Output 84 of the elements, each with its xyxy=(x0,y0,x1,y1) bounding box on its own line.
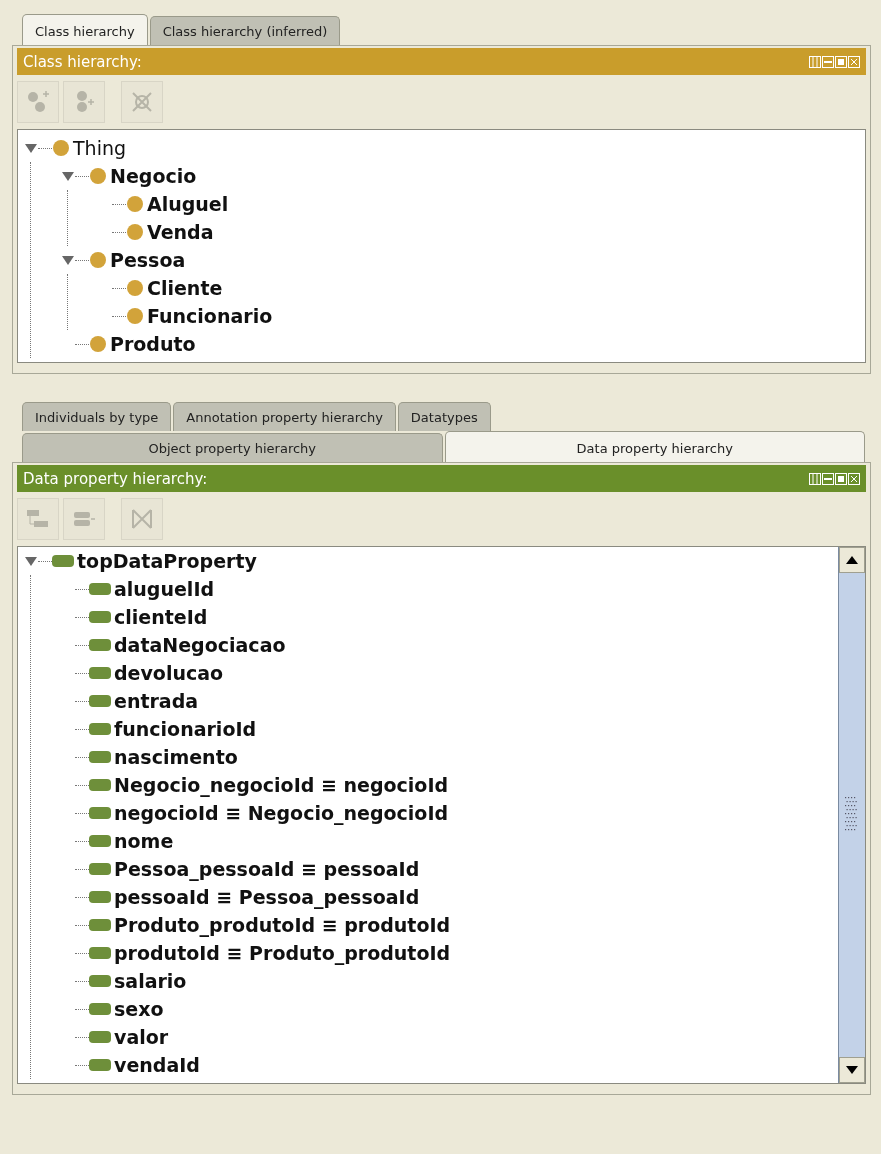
expanded-arrow-icon[interactable] xyxy=(24,554,38,568)
data-property-icon xyxy=(89,974,111,988)
prop-name[interactable]: funcionarioId xyxy=(114,718,257,740)
class-name[interactable]: Cliente xyxy=(147,277,223,299)
class-name[interactable]: Venda xyxy=(147,221,214,243)
minimize-icon[interactable] xyxy=(822,55,834,68)
delete-class-icon xyxy=(130,90,154,114)
scrollbar[interactable] xyxy=(838,547,865,1083)
data-property-icon xyxy=(89,918,111,932)
class-icon xyxy=(89,251,107,269)
prop-name[interactable]: nascimento xyxy=(114,746,238,768)
class-name[interactable]: Produto xyxy=(110,333,196,355)
delete-property-icon xyxy=(130,507,154,531)
data-property-icon xyxy=(89,582,111,596)
prop-name[interactable]: Produto_produtoId ≡ produtoId xyxy=(114,914,451,936)
prop-name[interactable]: topDataProperty xyxy=(77,550,257,572)
class-icon xyxy=(126,307,144,325)
add-subclass-icon xyxy=(26,90,50,114)
prop-name[interactable]: salario xyxy=(114,970,187,992)
split-icon[interactable] xyxy=(809,472,821,485)
scroll-grip-icon xyxy=(845,797,859,833)
close-icon[interactable] xyxy=(848,55,860,68)
expanded-arrow-icon[interactable] xyxy=(24,141,38,155)
tab[interactable]: Object property hierarchy xyxy=(22,433,443,462)
data-property-icon xyxy=(89,862,111,876)
close-icon[interactable] xyxy=(848,472,860,485)
data-property-icon xyxy=(89,722,111,736)
prop-name[interactable]: pessoaId ≡ Pessoa_pessoaId xyxy=(114,886,420,908)
class-icon xyxy=(89,335,107,353)
scroll-up-button[interactable] xyxy=(839,547,865,573)
prop-name[interactable]: nome xyxy=(114,830,174,852)
split-icon[interactable] xyxy=(809,55,821,68)
panel-title: Class hierarchy: xyxy=(23,52,143,71)
panel-title: Data property hierarchy: xyxy=(23,469,209,488)
class-icon xyxy=(126,195,144,213)
tab[interactable]: Data property hierarchy xyxy=(444,431,865,462)
class-name[interactable]: Aluguel xyxy=(147,193,229,215)
data-property-icon xyxy=(89,750,111,764)
data-property-icon xyxy=(89,638,111,652)
expanded-arrow-icon[interactable] xyxy=(61,253,75,267)
scroll-down-button[interactable] xyxy=(839,1057,865,1083)
data-property-icon xyxy=(89,890,111,904)
prop-name[interactable]: negocioId ≡ Negocio_negocioId xyxy=(114,802,449,824)
data-property-icon xyxy=(89,1002,111,1016)
prop-name[interactable]: clienteId xyxy=(114,606,208,628)
tab[interactable]: Datatypes xyxy=(397,402,491,431)
minimize-icon[interactable] xyxy=(822,472,834,485)
tab[interactable]: Class hierarchy (inferred) xyxy=(149,16,341,45)
prop-name[interactable]: vendaId xyxy=(114,1054,200,1076)
prop-name[interactable]: entrada xyxy=(114,690,199,712)
tab[interactable]: Individuals by type xyxy=(22,402,172,431)
maximize-icon[interactable] xyxy=(835,472,847,485)
class-icon xyxy=(126,279,144,297)
prop-name[interactable]: sexo xyxy=(114,998,164,1020)
prop-name[interactable]: dataNegociacao xyxy=(114,634,286,656)
data-property-icon xyxy=(89,1030,111,1044)
tab[interactable]: Class hierarchy xyxy=(22,14,148,45)
class-name[interactable]: Negocio xyxy=(110,165,197,187)
tab[interactable]: Annotation property hierarchy xyxy=(173,402,396,431)
data-property-icon xyxy=(89,834,111,848)
data-property-icon xyxy=(89,666,111,680)
data-property-icon xyxy=(89,694,111,708)
prop-name[interactable]: valor xyxy=(114,1026,169,1048)
prop-name[interactable]: produtoId ≡ Produto_produtoId xyxy=(114,942,451,964)
prop-name[interactable]: Pessoa_pessoaId ≡ pessoaId xyxy=(114,858,420,880)
data-property-icon xyxy=(52,554,74,568)
data-property-icon xyxy=(89,1058,111,1072)
prop-name[interactable]: devolucao xyxy=(114,662,224,684)
class-name[interactable]: Thing xyxy=(73,137,127,159)
prop-name[interactable]: aluguelId xyxy=(114,578,215,600)
class-icon xyxy=(52,139,70,157)
expanded-arrow-icon[interactable] xyxy=(61,169,75,183)
data-property-icon xyxy=(89,610,111,624)
class-icon xyxy=(89,167,107,185)
class-name[interactable]: Funcionario xyxy=(147,305,273,327)
data-property-icon xyxy=(89,946,111,960)
down-arrow-icon xyxy=(846,1066,858,1074)
data-property-icon xyxy=(89,806,111,820)
maximize-icon[interactable] xyxy=(835,55,847,68)
data-property-icon xyxy=(89,778,111,792)
class-icon xyxy=(126,223,144,241)
prop-name[interactable]: Negocio_negocioId ≡ negocioId xyxy=(114,774,449,796)
class-name[interactable]: Pessoa xyxy=(110,249,186,271)
up-arrow-icon xyxy=(846,556,858,564)
